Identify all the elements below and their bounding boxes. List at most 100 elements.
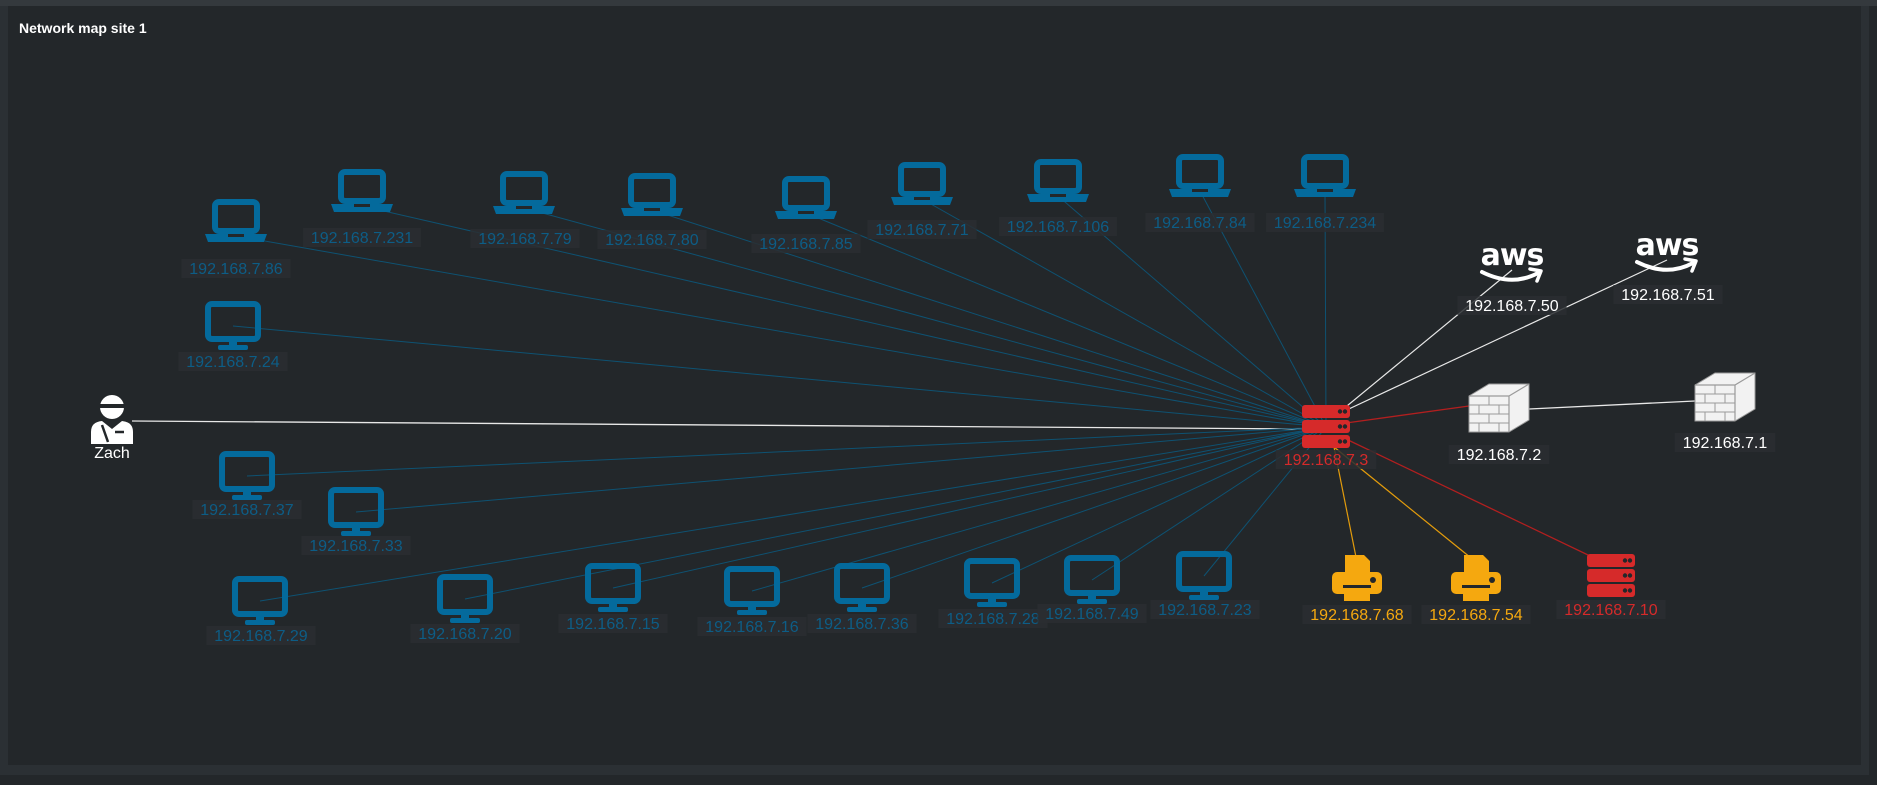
laptop-1-label-group: 192.168.7.231 [303,228,421,247]
desktop-7-label: 192.168.7.36 [815,616,909,633]
desktop-2-label: 192.168.7.33 [309,538,403,555]
printer-1-label-group: 192.168.7.54 [1421,605,1531,624]
laptop-icon[interactable] [775,176,837,219]
laptop-4-label: 192.168.7.85 [759,236,853,253]
dashboard-panel: Network map site 1 Zach 192.168.7.86 192.1… [0,0,1877,785]
desktop-0-label: 192.168.7.24 [186,354,280,371]
desktop-8-label-group: 192.168.7.28 [938,609,1048,628]
laptop-icon[interactable] [1027,159,1089,202]
user-label: Zach [94,445,130,462]
server-0-label-group: 192.168.7.10 [1556,600,1666,619]
laptop-3-label-group: 192.168.7.80 [597,230,707,249]
desktop-10-label: 192.168.7.23 [1158,602,1252,619]
laptop-6-label: 192.168.7.106 [1007,219,1109,236]
laptop-7-label: 192.168.7.84 [1153,215,1247,232]
laptop-icon[interactable] [493,171,555,214]
link-laptop-4 [805,212,1327,428]
cloud-0-label-group: 192.168.7.50 [1457,296,1567,315]
desktop-4-label-group: 192.168.7.20 [410,624,520,643]
desktop-0-label-group: 192.168.7.24 [178,352,288,371]
printer-0-label: 192.168.7.68 [1310,607,1404,624]
desktop-icon[interactable] [834,563,890,612]
server-icon[interactable] [1587,554,1635,597]
link-firewall-0 [1345,405,1470,424]
printer-0-label-group: 192.168.7.68 [1302,605,1412,624]
desktop-icon[interactable] [328,487,384,536]
laptop-3-label: 192.168.7.80 [605,232,699,249]
cloud-1-label: 192.168.7.51 [1621,287,1715,304]
printer-icon[interactable] [1332,555,1382,601]
desktop-icon[interactable] [964,558,1020,607]
network-nodes: Zach 192.168.7.86 192.168.7.231 192.168.7.7… [91,154,1776,645]
laptop-icon[interactable] [1169,154,1231,197]
link-desktop-4 [464,426,1327,600]
printer-icon[interactable] [1451,555,1501,601]
desktop-3-label-group: 192.168.7.29 [206,626,316,645]
firewall-1-label-group: 192.168.7.1 [1674,433,1776,452]
firewall-0-label: 192.168.7.2 [1457,447,1542,464]
laptop-2-label: 192.168.7.79 [478,231,572,248]
desktop-5-label: 192.168.7.15 [566,616,660,633]
desktop-6-label: 192.168.7.16 [705,619,799,636]
user-label-group: Zach [94,445,130,462]
firewall-icon[interactable] [1468,383,1530,433]
printer-1-label: 192.168.7.54 [1429,607,1523,624]
desktop-5-label-group: 192.168.7.15 [558,614,668,633]
svg-text:aws: aws [1481,238,1544,273]
user-icon[interactable] [91,395,133,444]
desktop-icon[interactable] [205,301,261,350]
link-desktop-7 [861,426,1327,589]
aws-icon[interactable]: aws [1635,228,1700,273]
link-desktop-0 [232,325,1327,428]
link-firewall-1 [1528,400,1696,410]
link-desktop-3 [259,426,1327,602]
link-desktop-1 [246,426,1327,477]
hub-server-icon[interactable] [1302,405,1350,448]
laptop-8-label-group: 192.168.7.234 [1266,213,1384,232]
desktop-10-label-group: 192.168.7.23 [1150,600,1260,619]
laptop-5-label-group: 192.168.7.71 [867,220,977,239]
laptop-icon[interactable] [331,169,393,212]
laptop-1-label: 192.168.7.231 [311,230,413,247]
laptop-0-label-group: 192.168.7.86 [181,259,291,278]
firewall-0-label-group: 192.168.7.2 [1448,445,1550,464]
hub-label-group: 192.168.7.3 [1275,450,1377,469]
desktop-icon[interactable] [232,576,288,625]
firewall-1-label: 192.168.7.1 [1683,435,1768,452]
desktop-6-label-group: 192.168.7.16 [697,617,807,636]
hub-label: 192.168.7.3 [1284,452,1369,469]
firewall-icon[interactable] [1694,372,1756,422]
laptop-5-label: 192.168.7.71 [875,222,969,239]
laptop-6-label-group: 192.168.7.106 [999,217,1117,236]
laptop-icon[interactable] [205,199,267,242]
laptop-icon[interactable] [1294,154,1356,197]
link-desktop-2 [355,426,1327,513]
laptop-2-label-group: 192.168.7.79 [470,229,580,248]
desktop-9-label: 192.168.7.49 [1045,606,1139,623]
laptop-8-label: 192.168.7.234 [1274,215,1376,232]
desktop-icon[interactable] [219,451,275,500]
laptop-4-label-group: 192.168.7.85 [751,234,861,253]
cloud-1-label-group: 192.168.7.51 [1613,285,1723,304]
desktop-1-label: 192.168.7.37 [200,502,294,519]
laptop-0-label: 192.168.7.86 [189,261,283,278]
desktop-4-label: 192.168.7.20 [418,626,512,643]
desktop-icon[interactable] [437,574,493,623]
laptop-icon[interactable] [621,173,683,216]
network-map[interactable]: Zach 192.168.7.86 192.168.7.231 192.168.7.7… [0,0,1877,785]
desktop-icon[interactable] [1176,551,1232,600]
aws-icon[interactable]: aws [1480,238,1545,283]
desktop-1-label-group: 192.168.7.37 [192,500,302,519]
link-user [131,420,1307,430]
desktop-icon[interactable] [1064,555,1120,604]
desktop-icon[interactable] [724,566,780,615]
laptop-icon[interactable] [891,162,953,205]
desktop-8-label: 192.168.7.28 [946,611,1040,628]
desktop-3-label: 192.168.7.29 [214,628,308,645]
server-0-label: 192.168.7.10 [1564,602,1658,619]
svg-text:aws: aws [1636,228,1699,263]
desktop-9-label-group: 192.168.7.49 [1037,604,1147,623]
link-laptop-0 [235,235,1327,428]
laptop-7-label-group: 192.168.7.84 [1145,213,1255,232]
desktop-2-label-group: 192.168.7.33 [301,536,411,555]
